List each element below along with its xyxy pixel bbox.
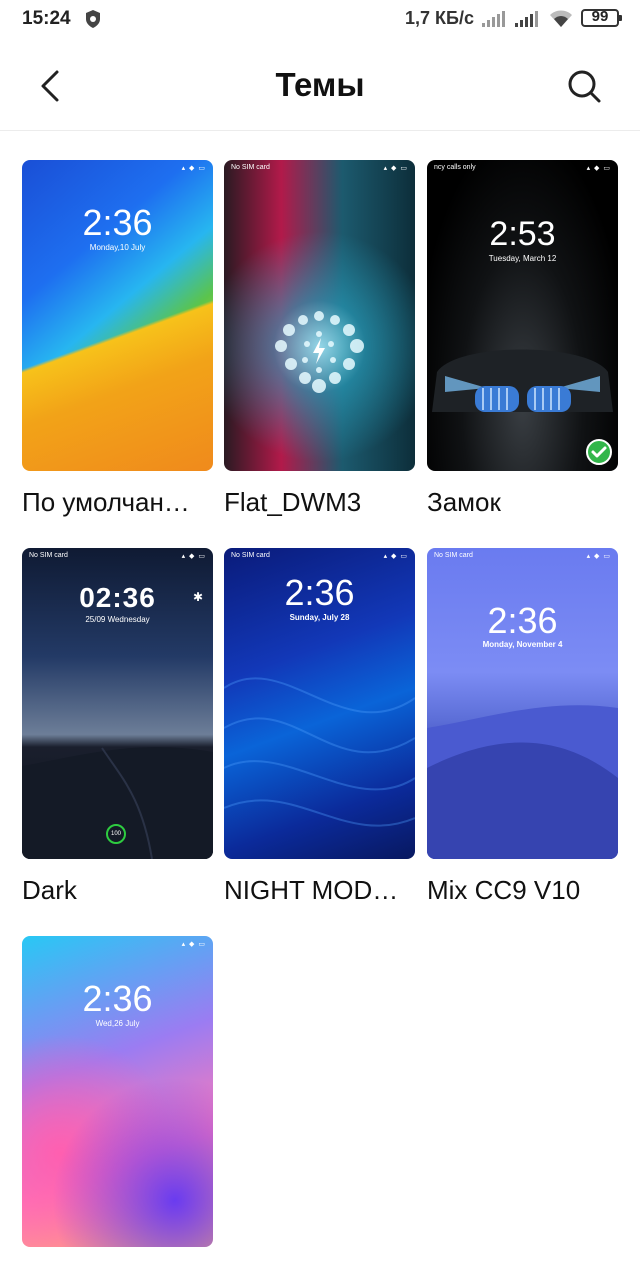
network-speed: 1,7 КБ/с [405,8,474,28]
waves-decoration [224,677,415,827]
signal-icon [482,11,505,27]
thumb-date: Monday, November 4 [482,640,563,649]
wifi-icon [550,10,572,27]
theme-thumbnail[interactable]: No SIM card ▴ ◆ ▭ 2:36 Sunday, July 28 [224,548,415,859]
thumb-carrier: No SIM card [231,164,270,171]
theme-card[interactable]: ▴ ◆ ▭ 2:36 Monday,10 July По умолчан… [22,160,213,518]
thumb-carrier: ncy calls only [434,164,476,171]
shield-icon [86,10,100,28]
theme-thumbnail[interactable]: No SIM card ▴ ◆ ▭ 2:36 Monday, November … [427,548,618,859]
battery-level: 99 [591,8,609,25]
thumb-status-icons: ▴ ◆ ▭ [586,553,611,560]
battery-ring: 100 [106,824,126,844]
thumb-clock: 2:53 [489,215,556,253]
theme-card[interactable]: No SIM card ▴ ◆ ▭ 02:36 25/09 Wednesday … [22,548,213,906]
thumb-status-icons: ▴ ◆ ▭ [181,165,206,172]
theme-thumbnail[interactable]: ▴ ◆ ▭ 2:36 Wed,26 July [22,936,213,1247]
theme-thumbnail[interactable]: ncy calls only ▴ ◆ ▭ 2:53 Tuesday, March… [427,160,618,471]
page-title: Темы [275,66,365,103]
thumb-status-icons: ▴ ◆ ▭ [181,941,206,948]
thumb-carrier: No SIM card [434,552,473,559]
theme-thumbnail[interactable]: ▴ ◆ ▭ 2:36 Monday,10 July [22,160,213,471]
thumb-status-icons: ▴ ◆ ▭ [383,165,408,172]
theme-card[interactable]: No SIM card ▴ ◆ ▭ 2:36 Monday, November … [427,548,618,906]
theme-card[interactable]: No SIM card ▴ ◆ ▭ Flat_DWM3 [224,160,415,518]
theme-label: Mix CC9 V10 [427,875,581,905]
theme-label: NIGHT MOD… [224,875,399,905]
car-front-icon [432,349,613,412]
theme-card[interactable]: No SIM card ▴ ◆ ▭ 2:36 Sunday, July 28 N… [224,548,415,906]
signal-icon [515,11,538,27]
search-icon[interactable] [562,64,606,108]
theme-thumbnail[interactable]: No SIM card ▴ ◆ ▭ 02:36 25/09 Wednesday … [22,548,213,859]
thumb-clock: 2:36 [487,600,558,641]
thumb-clock: 2:36 [82,202,153,243]
theme-card[interactable]: ▴ ◆ ▭ 2:36 Wed,26 July [22,936,213,1247]
thumb-status-icons: ▴ ◆ ▭ [181,553,206,560]
theme-label: По умолчан… [22,487,190,517]
theme-label: Замок [427,487,501,517]
app-header: Темы [0,40,640,131]
theme-card[interactable]: ncy calls only ▴ ◆ ▭ 2:53 Tuesday, March… [427,160,618,518]
gear-icon: ✱ [192,590,203,604]
status-time: 15:24 [22,8,71,29]
charging-dots-icon [275,311,364,393]
status-bar: 15:24 1,7 КБ/с 99 [0,0,640,40]
thumb-date: Monday,10 July [89,243,146,252]
thumb-date: 25/09 Wednesday [85,615,150,624]
selected-check-icon [586,439,612,465]
thumb-carrier: No SIM card [29,552,68,559]
thumb-date: Wed,26 July [95,1019,140,1028]
theme-thumbnail[interactable]: No SIM card ▴ ◆ ▭ [224,160,415,471]
theme-label: Flat_DWM3 [224,487,362,517]
thumb-clock: 02:36 [79,582,156,613]
thumb-clock: 2:36 [82,978,153,1019]
battery-icon: 99 [581,8,622,27]
dunes-decoration [427,705,618,859]
theme-label: Dark [22,875,77,905]
thumb-date: Tuesday, March 12 [488,254,557,263]
thumb-status-icons: ▴ ◆ ▭ [586,165,611,172]
